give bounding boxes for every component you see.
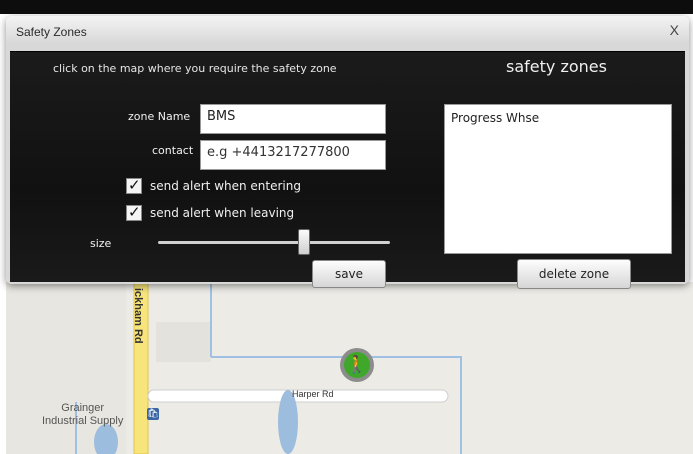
- business-name-line2: Industrial Supply: [42, 415, 124, 427]
- background-strip: [0, 0, 693, 14]
- alert-entering-checkbox[interactable]: [126, 176, 142, 194]
- close-icon[interactable]: X: [670, 22, 679, 38]
- zone-name-input[interactable]: BMS: [200, 104, 386, 134]
- alert-entering-row[interactable]: send alert when entering: [126, 176, 301, 194]
- window-title: Safety Zones: [16, 25, 87, 39]
- zone-list-item[interactable]: Progress Whse: [451, 111, 665, 125]
- zone-name-label: zone Name: [128, 110, 191, 123]
- contact-input[interactable]: e.g +4413217277800: [200, 140, 386, 170]
- dialog-panel: click on the map where you require the s…: [10, 51, 685, 289]
- road-label-vertical: ickham Rd: [132, 288, 144, 344]
- alert-leaving-checkbox[interactable]: [126, 203, 142, 221]
- alert-entering-label: send alert when entering: [150, 179, 301, 193]
- size-label: size: [90, 237, 112, 250]
- save-button[interactable]: save: [312, 260, 386, 288]
- walking-person-icon: 🚶: [344, 352, 370, 378]
- business-label: Grainger Industrial Supply: [42, 402, 123, 428]
- zones-list[interactable]: Progress Whse: [444, 104, 672, 254]
- shopping-bag-icon[interactable]: 🛍: [147, 408, 159, 420]
- road-label-harper: Harper Rd: [292, 389, 334, 399]
- zones-panel-title: safety zones: [506, 57, 607, 76]
- contact-label: contact: [152, 144, 194, 157]
- map-view[interactable]: ickham Rd Harper Rd Grainger Industrial …: [6, 282, 693, 454]
- size-slider-handle[interactable]: [298, 229, 310, 255]
- business-name-line1: Grainger: [61, 402, 105, 414]
- size-slider-track[interactable]: [158, 241, 390, 244]
- instruction-text: click on the map where you require the s…: [53, 62, 337, 75]
- safety-zones-dialog: Safety Zones X click on the map where yo…: [6, 16, 689, 289]
- delete-zone-button[interactable]: delete zone: [517, 259, 631, 289]
- walking-person-marker[interactable]: 🚶: [340, 348, 374, 382]
- alert-leaving-row[interactable]: send alert when leaving: [126, 203, 295, 221]
- alert-leaving-label: send alert when leaving: [150, 206, 295, 220]
